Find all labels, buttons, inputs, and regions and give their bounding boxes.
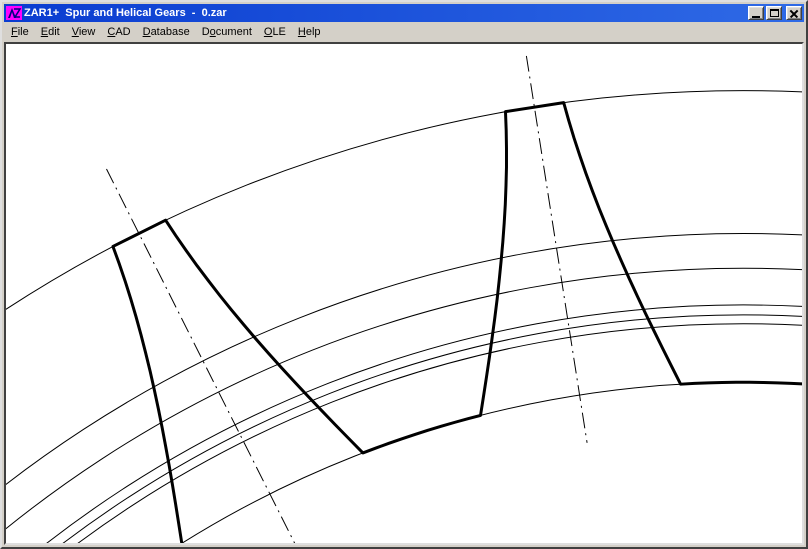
gear-drawing — [6, 44, 802, 543]
window-title: ZAR1+ Spur and Helical Gears - 0.zar — [24, 4, 746, 22]
app-window: ZAR1+ Spur and Helical Gears - 0.zar Fil… — [0, 0, 808, 549]
menu-item-document[interactable]: Document — [196, 23, 258, 42]
minimize-icon — [752, 16, 760, 18]
menu-item-file[interactable]: File — [5, 23, 35, 42]
aux-circle-2 — [6, 268, 802, 543]
menu-item-help[interactable]: Help — [292, 23, 327, 42]
root-circle — [6, 382, 802, 543]
menu-item-database[interactable]: Database — [137, 23, 196, 42]
title-bar[interactable]: ZAR1+ Spur and Helical Gears - 0.zar — [4, 4, 804, 22]
tooth-center-line-1 — [106, 169, 297, 543]
menu-item-cad[interactable]: CAD — [101, 23, 136, 42]
close-icon — [790, 10, 798, 17]
close-button[interactable] — [786, 6, 802, 20]
tooth-center-line-2 — [526, 56, 587, 443]
maximize-button[interactable] — [766, 6, 782, 20]
menu-item-view[interactable]: View — [66, 23, 102, 42]
menu-bar: FileEditViewCADDatabaseDocumentOLEHelp — [4, 22, 804, 42]
working-pitch-circle — [6, 315, 802, 543]
menu-item-edit[interactable]: Edit — [35, 23, 66, 42]
app-icon[interactable] — [6, 6, 22, 20]
gear-tooth-profile — [113, 103, 802, 543]
pitch-circle — [6, 305, 802, 543]
menu-item-ole[interactable]: OLE — [258, 23, 292, 42]
drawing-area[interactable] — [4, 42, 804, 545]
maximize-icon — [770, 9, 779, 17]
minimize-button[interactable] — [748, 6, 764, 20]
